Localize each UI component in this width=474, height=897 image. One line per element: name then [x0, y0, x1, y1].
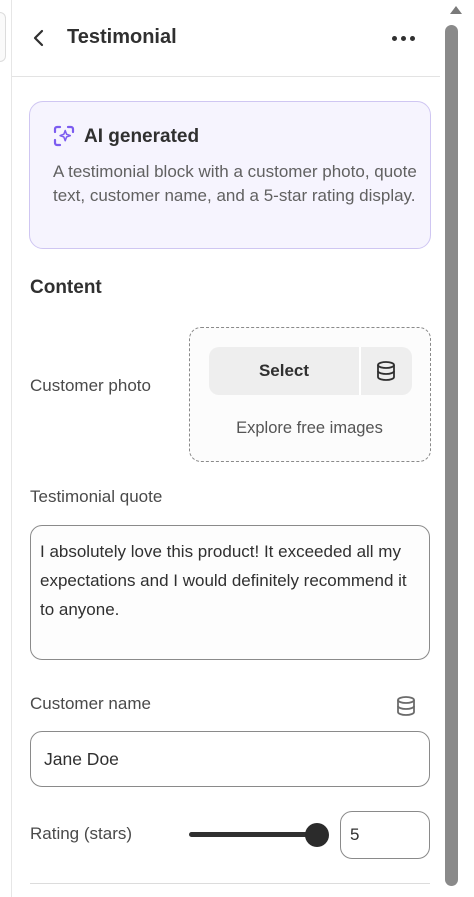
ai-card-description: A testimonial block with a customer phot…	[53, 162, 417, 205]
section-divider	[30, 883, 430, 884]
ai-sparkle-icon	[53, 125, 75, 147]
rating-slider-thumb[interactable]	[305, 823, 329, 847]
settings-panel: Testimonial AI generated A testimonial b…	[12, 0, 440, 897]
more-actions-button[interactable]	[386, 24, 420, 52]
rating-slider-track[interactable]	[189, 832, 319, 837]
customer-photo-label: Customer photo	[30, 376, 151, 395]
ai-card-title: AI generated	[84, 126, 200, 147]
select-image-button[interactable]: Select	[209, 347, 361, 395]
customer-name-label: Customer name	[30, 694, 151, 713]
back-button[interactable]	[26, 24, 52, 52]
panel-scrollbar[interactable]	[440, 0, 474, 897]
editor-left-edge	[0, 0, 12, 897]
dynamic-source-button[interactable]	[361, 347, 410, 395]
scroll-up-arrow-icon[interactable]	[450, 6, 462, 14]
rating-number-input[interactable]: 5	[340, 811, 430, 859]
rating-label: Rating (stars)	[30, 824, 133, 843]
scrollbar-thumb[interactable]	[445, 25, 458, 886]
content-section-title: Content	[30, 277, 102, 298]
more-horizontal-icon	[391, 35, 397, 41]
customer-photo-picker: Select Explore free images	[189, 327, 431, 462]
left-panel-tab[interactable]	[0, 12, 6, 62]
select-button-group: Select	[209, 347, 412, 395]
explore-free-images-link[interactable]: Explore free images	[190, 419, 429, 438]
customer-name-input[interactable]: Jane Doe	[30, 731, 430, 787]
testimonial-quote-label: Testimonial quote	[30, 487, 163, 506]
panel-header: Testimonial	[12, 0, 440, 77]
panel-title: Testimonial	[67, 26, 177, 48]
database-icon[interactable]	[394, 694, 418, 718]
chevron-left-icon	[33, 29, 44, 47]
testimonial-quote-textarea[interactable]: I absolutely love this product! It excee…	[30, 525, 430, 660]
ai-generated-card: AI generated A testimonial block with a …	[29, 101, 431, 249]
database-icon	[376, 361, 395, 381]
